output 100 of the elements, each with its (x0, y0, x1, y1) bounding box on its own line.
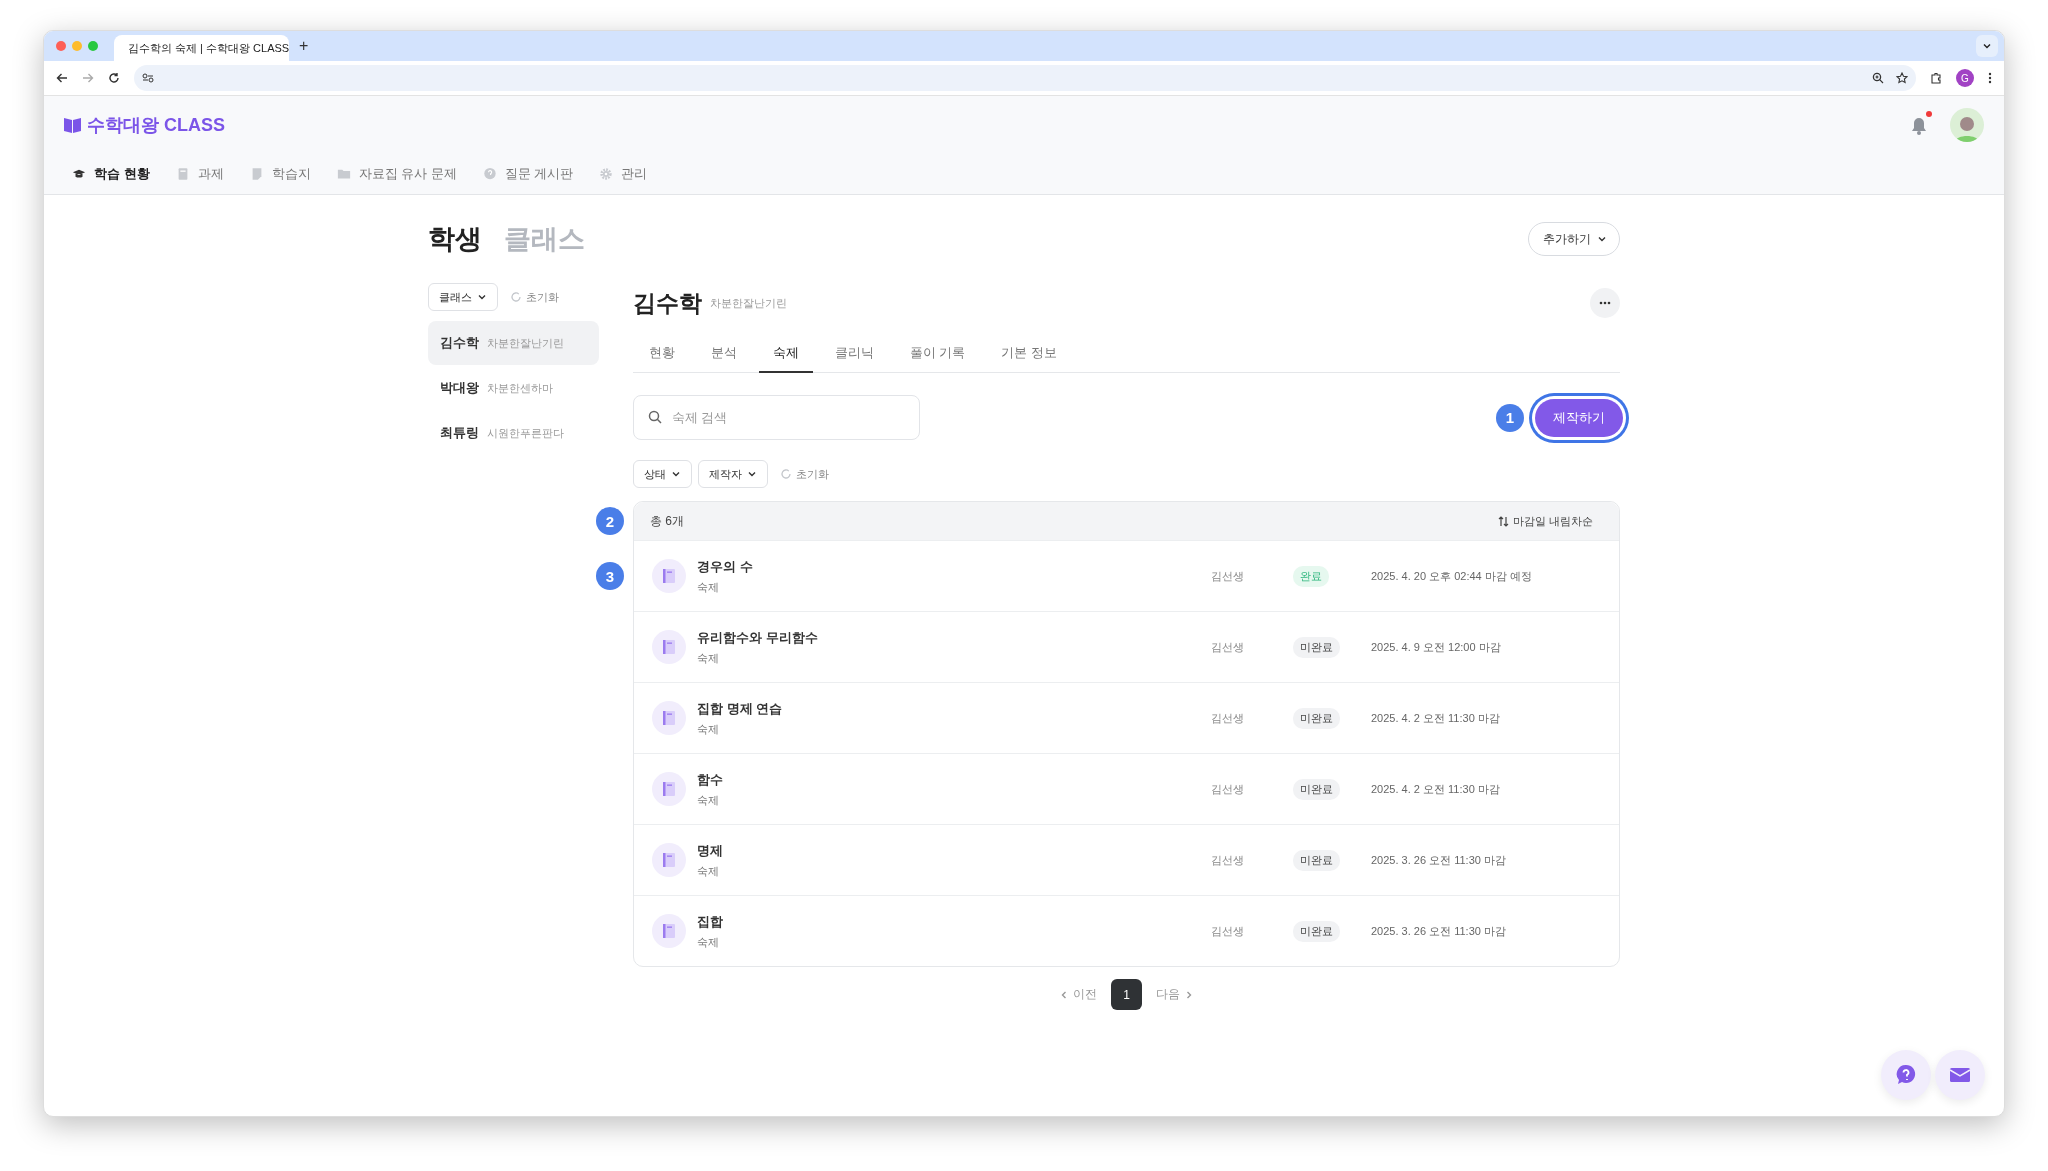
student-name: 김수학 (440, 334, 479, 352)
help-button[interactable] (1881, 1050, 1931, 1100)
homework-row[interactable]: 함수 숙제 김선생 미완료 2025. 4. 2 오전 11:30 마감 (634, 753, 1619, 824)
homework-type: 숙제 (697, 579, 720, 595)
notebook-icon (652, 914, 686, 948)
homework-title: 집합 (697, 912, 723, 931)
chevron-down-icon (1982, 41, 1992, 51)
student-item[interactable]: 김수학 차분한잘난기린 (428, 321, 599, 365)
zoom-icon[interactable] (1872, 72, 1884, 84)
due-date: 2025. 4. 2 오전 11:30 마감 (1371, 710, 1501, 726)
sort-icon (1497, 515, 1509, 527)
notebook-icon (652, 843, 686, 877)
student-item[interactable]: 최튜링 시원한푸른판다 (428, 411, 599, 455)
nav-item[interactable]: 학습지 (249, 165, 311, 183)
notebook-icon (652, 559, 686, 593)
more-horizontal-icon (1599, 301, 1611, 305)
homework-title: 집합 명제 연습 (697, 699, 783, 718)
tab[interactable]: 분석 (697, 335, 751, 373)
chevron-down-icon (1597, 234, 1607, 244)
homework-title: 함수 (697, 770, 723, 789)
due-date: 2025. 4. 2 오전 11:30 마감 (1371, 781, 1501, 797)
student-nickname: 차분한잘난기린 (487, 335, 564, 351)
nav-item[interactable]: 질문 게시판 (482, 165, 574, 183)
reset-button[interactable]: 초기화 (780, 466, 829, 482)
refresh-icon (510, 291, 522, 303)
homework-type: 숙제 (697, 792, 720, 808)
notebook-icon (652, 630, 686, 664)
app-logo[interactable]: 수학대왕 CLASS (87, 113, 225, 137)
reload-icon[interactable] (108, 72, 120, 84)
total-count: 총 6개 (650, 512, 684, 530)
puzzle-icon[interactable] (1930, 72, 1942, 84)
star-icon[interactable] (1896, 72, 1908, 84)
chevron-down-icon (671, 469, 681, 479)
homework-row[interactable]: 유리함수와 무리함수 숙제 김선생 미완료 2025. 4. 9 오전 12:00 마감 (634, 611, 1619, 682)
search-icon (648, 410, 662, 424)
author-name: 김선생 (1211, 639, 1245, 655)
message-button[interactable] (1935, 1050, 1985, 1100)
tab[interactable]: 현황 (635, 335, 689, 373)
back-icon[interactable] (56, 72, 68, 84)
student-nickname: 차분한잘난기린 (710, 295, 787, 311)
nav-item[interactable]: 관리 (599, 165, 648, 183)
question-bubble-icon (1895, 1064, 1917, 1086)
due-date: 2025. 3. 26 오전 11:30 마감 (1371, 852, 1507, 868)
homework-row[interactable]: 집합 숙제 김선생 미완료 2025. 3. 26 오전 11:30 마감 (634, 895, 1619, 966)
student-nickname: 시원한푸른판다 (487, 425, 564, 441)
homework-row[interactable]: 집합 명제 연습 숙제 김선생 미완료 2025. 4. 2 오전 11:30 마감 (634, 682, 1619, 753)
author-name: 김선생 (1211, 781, 1245, 797)
homework-type: 숙제 (697, 721, 720, 737)
envelope-icon (1949, 1067, 1971, 1083)
homework-row[interactable]: 명제 숙제 김선생 미완료 2025. 3. 26 오전 11:30 마감 (634, 824, 1619, 895)
callout-marker: 3 (596, 562, 624, 590)
status-badge: 미완료 (1293, 849, 1340, 871)
student-name: 최튜링 (440, 424, 479, 442)
callout-marker: 2 (596, 507, 624, 535)
add-button[interactable]: 추가하기 (1528, 222, 1620, 256)
notebook-icon (652, 701, 686, 735)
page-number-button[interactable]: 1 (1111, 979, 1142, 1010)
due-date: 2025. 3. 26 오전 11:30 마감 (1371, 923, 1507, 939)
status-badge: 미완료 (1293, 636, 1340, 658)
student-name: 박대왕 (440, 379, 479, 397)
new-tab-button[interactable]: + (299, 37, 309, 55)
tab[interactable]: 숙제 (759, 335, 813, 373)
user-avatar[interactable] (1950, 108, 1984, 142)
nav-item[interactable]: 자료집 유사 문제 (336, 165, 457, 183)
status-badge: 미완료 (1293, 920, 1340, 942)
more-vertical-icon[interactable] (1988, 72, 1992, 84)
chevron-down-icon (747, 469, 757, 479)
refresh-icon (780, 468, 792, 480)
chevron-down-icon (477, 292, 487, 302)
tab[interactable]: 기본 정보 (987, 335, 1071, 373)
student-item[interactable]: 박대왕 차분한센하마 (428, 366, 599, 410)
search-field[interactable]: 숙제 검색 (633, 395, 920, 440)
callout-marker: 1 (1496, 403, 1524, 432)
homework-title: 유리함수와 무리함수 (697, 628, 818, 647)
homework-type: 숙제 (697, 650, 720, 666)
author-name: 김선생 (1211, 852, 1245, 868)
chevron-right-icon (1184, 989, 1194, 1000)
author-name: 김선생 (1211, 923, 1245, 939)
student-name-heading: 김수학 (633, 288, 702, 318)
tab[interactable]: 풀이 기록 (896, 335, 980, 373)
nav-item[interactable]: 학습 현황 (72, 165, 150, 183)
homework-type: 숙제 (697, 863, 720, 879)
site-settings-icon[interactable] (142, 73, 154, 83)
profile-avatar[interactable]: G (1956, 69, 1974, 87)
question-bubble-icon (482, 167, 497, 181)
nav-item[interactable]: 과제 (175, 165, 224, 183)
author-name: 김선생 (1211, 568, 1245, 584)
class-filter-dropdown[interactable]: 클래스 (428, 283, 498, 311)
tab-menu-button[interactable] (1976, 35, 1998, 57)
status-badge: 미완료 (1293, 707, 1340, 729)
browser-tab[interactable]: 김수학의 숙제 | 수학대왕 CLASS (114, 35, 289, 61)
filter-dropdown[interactable]: 상태 (633, 460, 692, 488)
tab[interactable]: 클리닉 (821, 335, 888, 373)
chevron-left-icon (1059, 989, 1069, 1000)
page-title-tab[interactable]: 학생 (428, 221, 482, 257)
author-name: 김선생 (1211, 710, 1245, 726)
reset-button[interactable]: 초기화 (510, 289, 559, 305)
homework-title: 경우의 수 (697, 557, 753, 576)
sort-button[interactable]: 마감일 내림차순 (1497, 513, 1593, 529)
filter-dropdown[interactable]: 제작자 (698, 460, 768, 488)
